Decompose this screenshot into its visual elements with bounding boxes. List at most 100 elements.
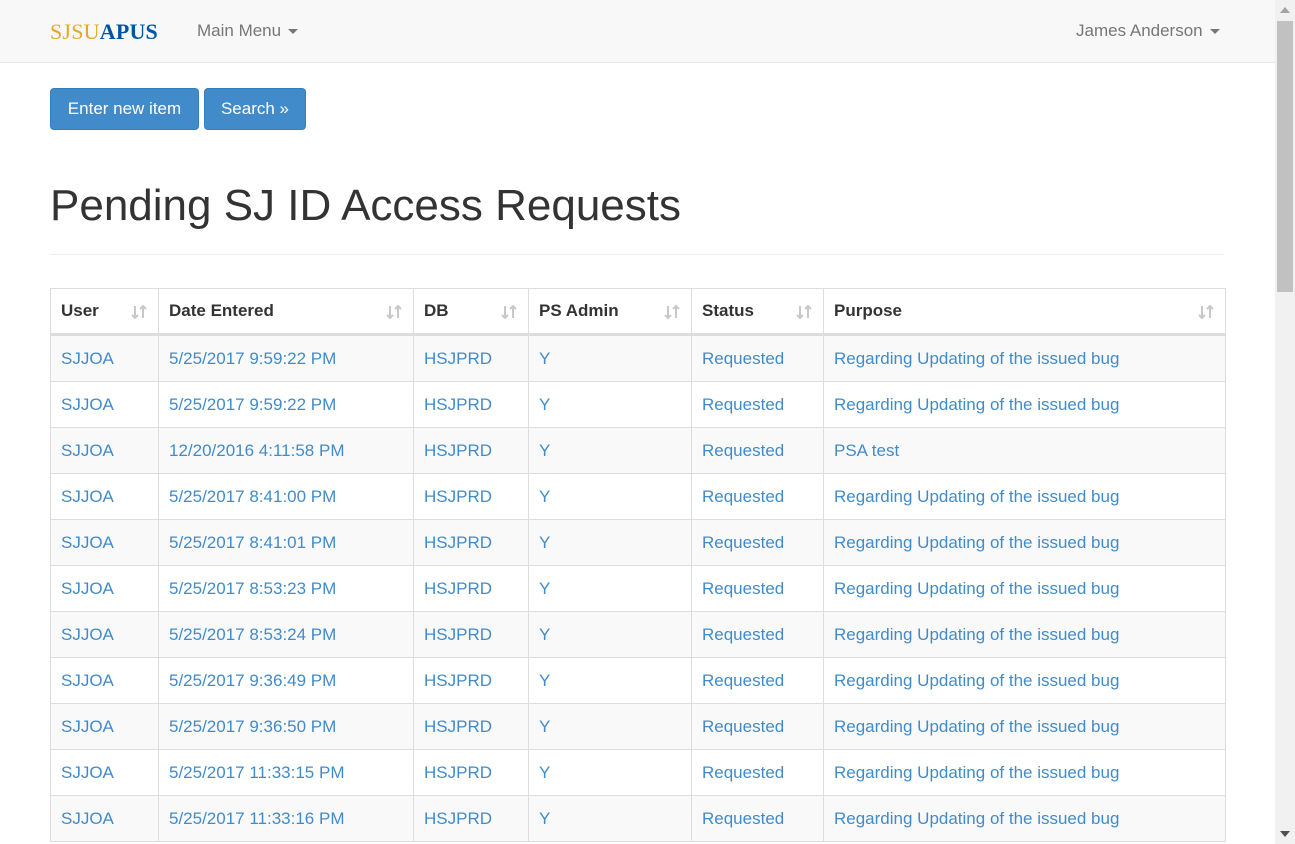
cell-user[interactable]: SJJOA: [50, 657, 159, 704]
cell-status[interactable]: Requested: [691, 519, 824, 566]
cell-date-entered[interactable]: 5/25/2017 8:53:24 PM: [158, 611, 414, 658]
enter-new-item-button[interactable]: Enter new item: [50, 88, 199, 130]
cell-user[interactable]: SJJOA: [50, 703, 159, 750]
cell-date-entered[interactable]: 5/25/2017 9:36:50 PM: [158, 703, 414, 750]
cell-purpose[interactable]: Regarding Updating of the issued bug: [823, 611, 1226, 658]
cell-db[interactable]: HSJPRD: [413, 749, 529, 796]
cell-date-entered[interactable]: 5/25/2017 8:41:00 PM: [158, 473, 414, 520]
cell-db[interactable]: HSJPRD: [413, 611, 529, 658]
cell-status[interactable]: Requested: [691, 703, 824, 750]
cell-status[interactable]: Requested: [691, 334, 824, 382]
user-menu-dropdown[interactable]: James Anderson: [1076, 20, 1220, 42]
sort-icon[interactable]: [385, 303, 403, 321]
cell-db[interactable]: HSJPRD: [413, 795, 529, 842]
cell-purpose[interactable]: Regarding Updating of the issued bug: [823, 795, 1226, 842]
cell-date-entered[interactable]: 5/25/2017 8:53:23 PM: [158, 565, 414, 612]
scroll-down-arrow-icon[interactable]: [1280, 831, 1290, 837]
cell-db[interactable]: HSJPRD: [413, 657, 529, 704]
cell-date-entered[interactable]: 12/20/2016 4:11:58 PM: [158, 427, 414, 474]
cell-purpose[interactable]: Regarding Updating of the issued bug: [823, 473, 1226, 520]
column-header-purpose[interactable]: Purpose: [823, 288, 1226, 336]
cell-purpose[interactable]: Regarding Updating of the issued bug: [823, 703, 1226, 750]
sort-icon[interactable]: [795, 303, 813, 321]
cell-db[interactable]: HSJPRD: [413, 519, 529, 566]
cell-status[interactable]: Requested: [691, 427, 824, 474]
column-header-date-entered[interactable]: Date Entered: [158, 288, 414, 336]
brand-part-apus: APUS: [99, 19, 158, 44]
cell-ps-admin[interactable]: Y: [528, 427, 692, 474]
page-title: Pending SJ ID Access Requests: [50, 181, 681, 230]
cell-status[interactable]: Requested: [691, 657, 824, 704]
scroll-up-arrow-icon[interactable]: [1280, 7, 1290, 13]
cell-purpose[interactable]: Regarding Updating of the issued bug: [823, 749, 1226, 796]
main-menu-dropdown[interactable]: Main Menu: [197, 20, 299, 42]
sort-icon[interactable]: [500, 303, 518, 321]
cell-purpose[interactable]: Regarding Updating of the issued bug: [823, 565, 1226, 612]
cell-user[interactable]: SJJOA: [50, 427, 159, 474]
cell-user[interactable]: SJJOA: [50, 519, 159, 566]
column-header-user[interactable]: User: [50, 288, 159, 336]
cell-db[interactable]: HSJPRD: [413, 427, 529, 474]
sort-icon[interactable]: [130, 303, 148, 321]
cell-status[interactable]: Requested: [691, 381, 824, 428]
sort-icon[interactable]: [663, 303, 681, 321]
cell-db[interactable]: HSJPRD: [413, 565, 529, 612]
cell-user[interactable]: SJJOA: [50, 749, 159, 796]
requests-table: User Date Entered DB PS Admin Status Purpose …: [50, 288, 1226, 842]
table-header-row: User Date Entered DB PS Admin Status Purpose: [50, 288, 1226, 336]
cell-db[interactable]: HSJPRD: [413, 473, 529, 520]
cell-date-entered[interactable]: 5/25/2017 11:33:15 PM: [158, 749, 414, 796]
cell-ps-admin[interactable]: Y: [528, 703, 692, 750]
cell-purpose[interactable]: Regarding Updating of the issued bug: [823, 334, 1226, 382]
cell-ps-admin[interactable]: Y: [528, 795, 692, 842]
column-header-label: User: [61, 301, 99, 320]
cell-ps-admin[interactable]: Y: [528, 334, 692, 382]
cell-date-entered[interactable]: 5/25/2017 9:59:22 PM: [158, 381, 414, 428]
cell-ps-admin[interactable]: Y: [528, 381, 692, 428]
cell-ps-admin[interactable]: Y: [528, 473, 692, 520]
cell-ps-admin[interactable]: Y: [528, 749, 692, 796]
column-header-ps-admin[interactable]: PS Admin: [528, 288, 692, 336]
cell-db[interactable]: HSJPRD: [413, 703, 529, 750]
cell-ps-admin[interactable]: Y: [528, 657, 692, 704]
cell-ps-admin[interactable]: Y: [528, 519, 692, 566]
cell-status[interactable]: Requested: [691, 473, 824, 520]
cell-purpose[interactable]: Regarding Updating of the issued bug: [823, 657, 1226, 704]
cell-user[interactable]: SJJOA: [50, 795, 159, 842]
cell-date-entered[interactable]: 5/25/2017 11:33:16 PM: [158, 795, 414, 842]
top-navbar: SJSUAPUS Main Menu James Anderson: [0, 0, 1275, 63]
cell-user[interactable]: SJJOA: [50, 334, 159, 382]
vertical-scrollbar[interactable]: [1275, 0, 1295, 844]
cell-user[interactable]: SJJOA: [50, 565, 159, 612]
table-row: SJJOA 5/25/2017 8:41:01 PM HSJPRD Y Requeste…: [50, 519, 1226, 566]
sort-icon[interactable]: [1197, 303, 1215, 321]
cell-user[interactable]: SJJOA: [50, 473, 159, 520]
cell-user[interactable]: SJJOA: [50, 611, 159, 658]
cell-purpose[interactable]: Regarding Updating of the issued bug: [823, 381, 1226, 428]
table-row: SJJOA 5/25/2017 9:59:22 PM HSJPRD Y Requeste…: [50, 381, 1226, 428]
cell-ps-admin[interactable]: Y: [528, 565, 692, 612]
scroll-thumb[interactable]: [1277, 21, 1293, 292]
cell-date-entered[interactable]: 5/25/2017 9:36:49 PM: [158, 657, 414, 704]
cell-date-entered[interactable]: 5/25/2017 8:41:01 PM: [158, 519, 414, 566]
cell-ps-admin[interactable]: Y: [528, 611, 692, 658]
brand-logo[interactable]: SJSUAPUS: [50, 19, 158, 45]
cell-status[interactable]: Requested: [691, 565, 824, 612]
search-button[interactable]: Search »: [204, 88, 306, 130]
cell-date-entered[interactable]: 5/25/2017 9:59:22 PM: [158, 334, 414, 382]
table-row: SJJOA 5/25/2017 9:36:49 PM HSJPRD Y Requeste…: [50, 657, 1226, 704]
cell-db[interactable]: HSJPRD: [413, 381, 529, 428]
cell-status[interactable]: Requested: [691, 795, 824, 842]
cell-purpose[interactable]: Regarding Updating of the issued bug: [823, 519, 1226, 566]
table-row: SJJOA 5/25/2017 11:33:16 PM HSJPRD Y Request…: [50, 795, 1226, 842]
cell-user[interactable]: SJJOA: [50, 381, 159, 428]
cell-status[interactable]: Requested: [691, 611, 824, 658]
column-header-status[interactable]: Status: [691, 288, 824, 336]
main-menu-label: Main Menu: [197, 21, 282, 40]
cell-purpose[interactable]: PSA test: [823, 427, 1226, 474]
user-name-label: James Anderson: [1076, 21, 1203, 40]
column-header-db[interactable]: DB: [413, 288, 529, 336]
title-divider: [50, 254, 1224, 255]
cell-db[interactable]: HSJPRD: [413, 334, 529, 382]
cell-status[interactable]: Requested: [691, 749, 824, 796]
